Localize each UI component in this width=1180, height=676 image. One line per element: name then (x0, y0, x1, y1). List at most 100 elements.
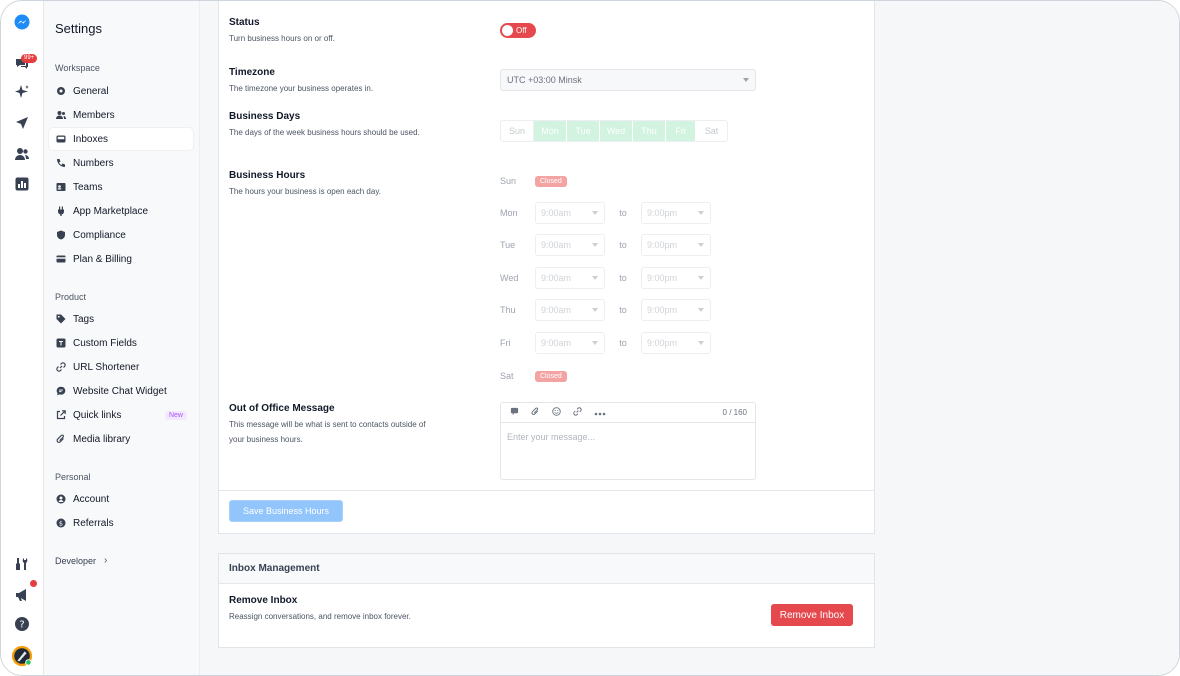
status-label: Status (229, 17, 260, 28)
hours-row-mon: Mon 9:00am to 9:00pm (500, 202, 711, 224)
tools-icon[interactable] (12, 554, 32, 574)
chevron-down-icon (743, 78, 749, 82)
chevron-down-icon (592, 243, 598, 247)
sidebar-item-account[interactable]: Account (49, 488, 193, 510)
open-time-select[interactable]: 9:00am (535, 267, 605, 289)
reports-chart-icon[interactable] (12, 174, 32, 194)
section-personal: Personal (55, 472, 91, 482)
close-time-select[interactable]: 9:00pm (641, 299, 711, 321)
plug-icon (55, 206, 66, 217)
day-toggle-fri[interactable]: Fri (666, 121, 696, 141)
close-time-select[interactable]: 9:00pm (641, 267, 711, 289)
sidebar-item-numbers[interactable]: Numbers (49, 152, 193, 174)
link-icon[interactable] (573, 407, 582, 418)
sidebar-item-media-library[interactable]: Media library (49, 428, 193, 450)
day-toggle-tue[interactable]: Tue (567, 121, 600, 141)
id-card-icon (55, 182, 66, 193)
open-time-select[interactable]: 9:00am (535, 202, 605, 224)
icon-rail: 99+ ? (1, 1, 44, 675)
hours-row-wed: Wed 9:00am to 9:00pm (500, 267, 711, 289)
day-toggle-thu[interactable]: Thu (633, 121, 666, 141)
ooo-desc: This message will be what is sent to con… (229, 420, 426, 444)
announcement-megaphone-icon[interactable] (12, 585, 32, 605)
contacts-icon[interactable] (12, 144, 32, 164)
chevron-down-icon (698, 243, 704, 247)
sidebar-item-url-shortener[interactable]: URL Shortener (49, 356, 193, 378)
chevron-down-icon (592, 308, 598, 312)
close-time-select[interactable]: 9:00pm (641, 234, 711, 256)
chat-bubble-icon (55, 386, 66, 397)
day-toggle-wed[interactable]: Wed (600, 121, 633, 141)
sidebar-item-referrals[interactable]: $ Referrals (49, 512, 193, 534)
hours-row-sat: Sat Closed (500, 365, 567, 387)
sidebar-item-inboxes[interactable]: Inboxes (49, 128, 193, 150)
closed-badge: Closed (535, 175, 567, 187)
sparkle-icon[interactable] (12, 82, 32, 102)
chevron-down-icon (592, 211, 598, 215)
status-desc: Turn business hours on or off. (229, 34, 335, 43)
toggle-knob (502, 25, 513, 36)
hours-row-thu: Thu 9:00am to 9:00pm (500, 299, 711, 321)
editor-toolbar: 0 / 160 (501, 403, 755, 423)
text-field-icon (55, 338, 66, 349)
chevron-right-icon: › (104, 555, 108, 566)
ooo-message-input[interactable]: Enter your message... (501, 423, 755, 451)
open-time-select[interactable]: 9:00am (535, 332, 605, 354)
app-window: 99+ ? Settings Workspace General Members… (0, 0, 1180, 676)
business-days-desc: The days of the week business hours shou… (229, 128, 420, 137)
settings-sidebar: Settings Workspace General Members Inbox… (44, 1, 200, 675)
avatar[interactable] (10, 644, 34, 668)
business-hours-toggle[interactable]: Off (500, 23, 536, 38)
open-time-select[interactable]: 9:00am (535, 234, 605, 256)
sidebar-item-plan-billing[interactable]: Plan & Billing (49, 248, 193, 270)
close-time-select[interactable]: 9:00pm (641, 202, 711, 224)
timezone-desc: The timezone your business operates in. (229, 84, 374, 93)
business-hours-card: Status Turn business hours on or off. Of… (218, 1, 875, 534)
close-time-select[interactable]: 9:00pm (641, 332, 711, 354)
day-toggle-sun[interactable]: Sun (501, 121, 534, 141)
inbox-management-title: Inbox Management (219, 554, 874, 584)
dollar-icon: $ (55, 518, 66, 529)
sidebar-item-teams[interactable]: Teams (49, 176, 193, 198)
more-options-icon[interactable] (594, 408, 606, 418)
variable-icon[interactable] (510, 407, 519, 418)
char-counter: 0 / 160 (722, 408, 747, 417)
sidebar-item-general[interactable]: General (49, 80, 193, 102)
external-link-icon (55, 410, 66, 421)
main-content: Status Turn business hours on or off. Of… (200, 1, 1179, 675)
attachment-icon[interactable] (531, 407, 540, 418)
sidebar-item-tags[interactable]: Tags (49, 308, 193, 330)
sidebar-item-compliance[interactable]: Compliance (49, 224, 193, 246)
card-divider (219, 490, 874, 491)
sidebar-item-custom-fields[interactable]: Custom Fields (49, 332, 193, 354)
new-badge: New (164, 410, 187, 420)
hours-row-fri: Fri 9:00am to 9:00pm (500, 332, 711, 354)
open-time-select[interactable]: 9:00am (535, 299, 605, 321)
chevron-down-icon (592, 341, 598, 345)
day-toggle-sat[interactable]: Sat (696, 121, 727, 141)
business-hours-desc: The hours your business is open each day… (229, 187, 381, 196)
ooo-label: Out of Office Message (229, 403, 335, 414)
sidebar-item-members[interactable]: Members (49, 104, 193, 126)
ooo-message-editor: 0 / 160 Enter your message... (500, 402, 756, 480)
sidebar-title: Settings (55, 21, 102, 36)
timezone-select[interactable]: UTC +03:00 Minsk (500, 69, 756, 91)
business-days-selector: Sun Mon Tue Wed Thu Fri Sat (500, 120, 728, 142)
svg-text:$: $ (58, 519, 62, 527)
help-icon[interactable]: ? (12, 614, 32, 634)
save-business-hours-button[interactable]: Save Business Hours (229, 500, 343, 522)
hours-row-tue: Tue 9:00am to 9:00pm (500, 234, 711, 256)
sidebar-item-app-marketplace[interactable]: App Marketplace (49, 200, 193, 222)
broadcast-rocket-icon[interactable] (12, 113, 32, 133)
day-toggle-mon[interactable]: Mon (534, 121, 567, 141)
timezone-label: Timezone (229, 67, 275, 78)
developer-link[interactable]: Developer › (55, 555, 107, 566)
section-workspace: Workspace (55, 63, 100, 73)
shield-icon (55, 230, 66, 241)
emoji-icon[interactable] (552, 407, 561, 418)
sidebar-item-website-chat-widget[interactable]: Website Chat Widget (49, 380, 193, 402)
remove-inbox-button[interactable]: Remove Inbox (771, 604, 853, 626)
users-icon (55, 110, 66, 121)
messenger-logo-icon[interactable] (12, 12, 32, 32)
sidebar-item-quick-links[interactable]: Quick links New (49, 404, 193, 426)
